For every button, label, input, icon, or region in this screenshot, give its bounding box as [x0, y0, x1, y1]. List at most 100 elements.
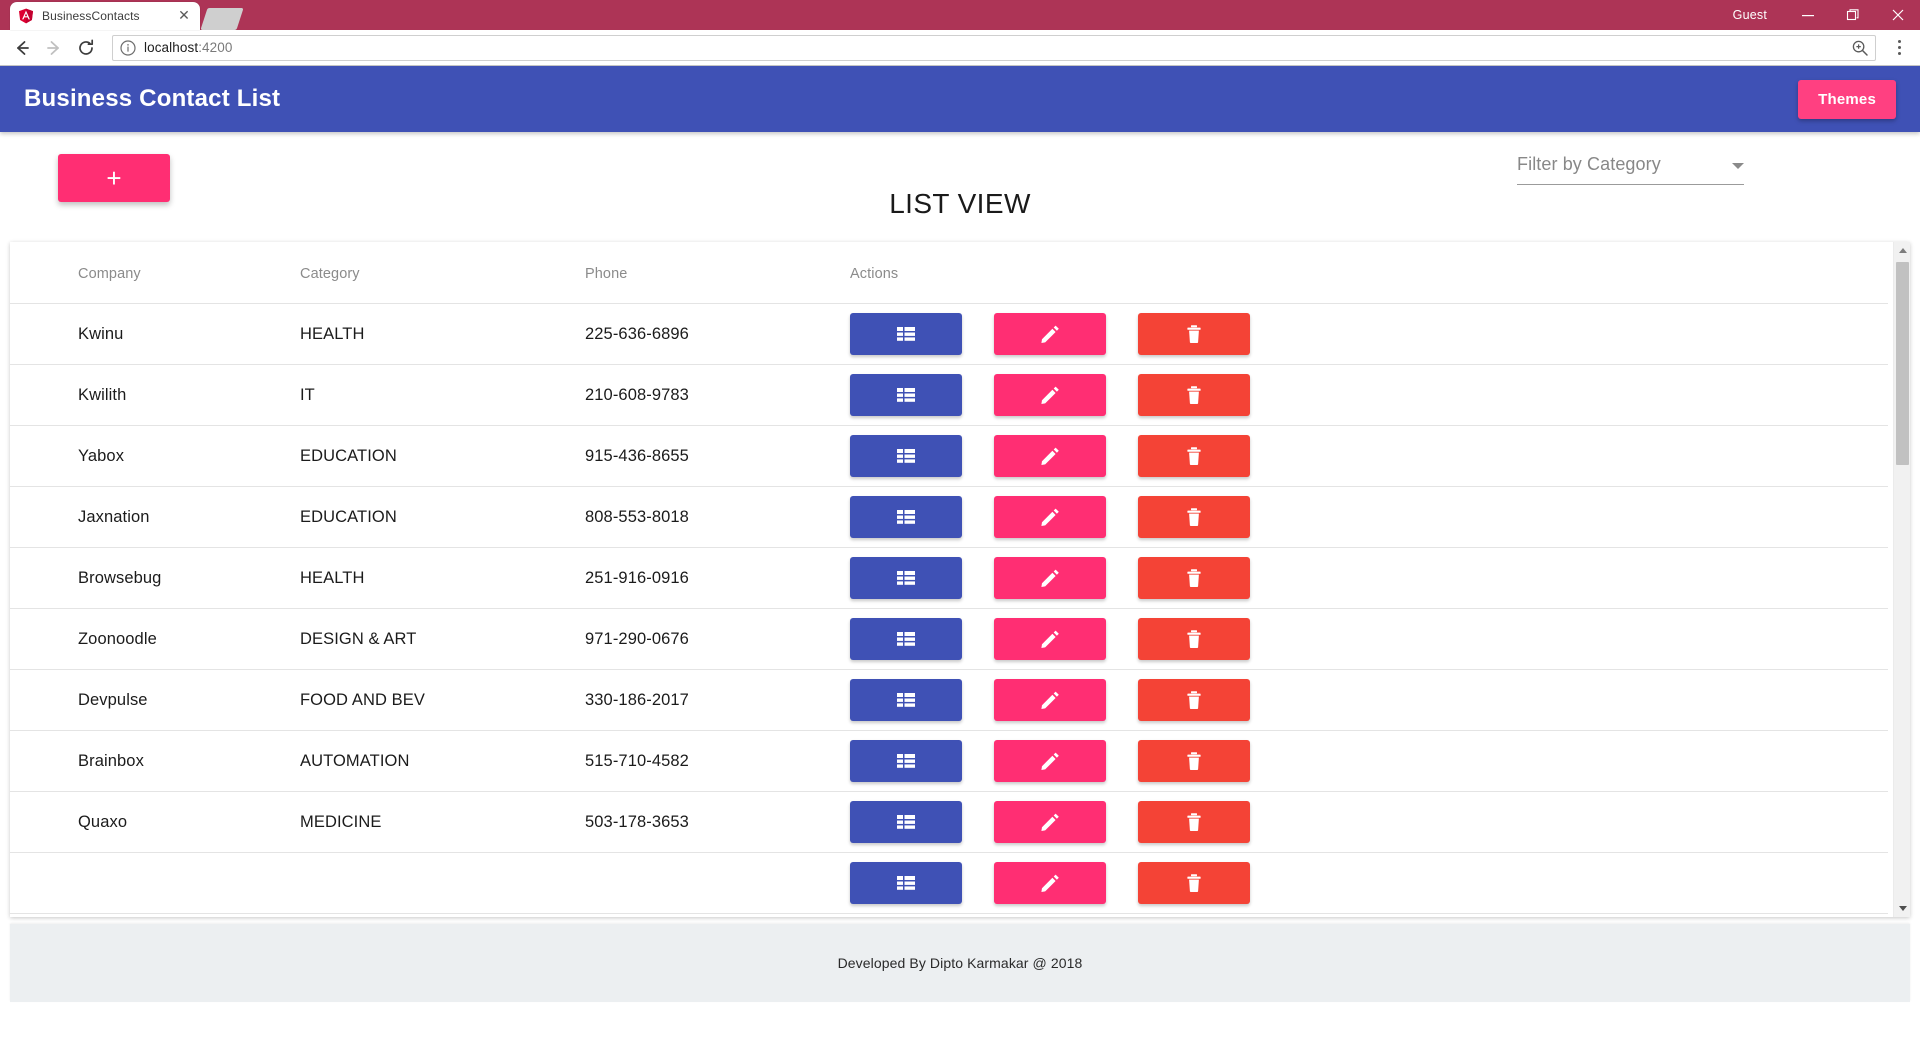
pencil-edit-icon [1039, 567, 1061, 589]
column-header-phone: Phone [585, 242, 850, 304]
zoom-in-icon[interactable] [1851, 39, 1869, 57]
table-row[interactable]: Kwilith IT 210-608-9783 [10, 364, 1888, 426]
edit-contact-button[interactable] [994, 557, 1106, 599]
delete-contact-button[interactable] [1138, 435, 1250, 477]
view-contact-button[interactable] [850, 496, 962, 538]
edit-contact-button[interactable] [994, 313, 1106, 355]
filter-placeholder: Filter by Category [1517, 154, 1661, 174]
cell-company: Yabox [10, 425, 300, 487]
contacts-table-scroll-area[interactable]: Company Category Phone Actions Kwinu HEAL… [10, 242, 1910, 917]
pencil-edit-icon [1039, 750, 1061, 772]
delete-contact-button[interactable] [1138, 496, 1250, 538]
table-row[interactable]: Kwinu HEALTH 225-636-6896 [10, 303, 1888, 365]
reload-icon[interactable] [72, 34, 100, 62]
address-bar-url: localhost:4200 [144, 40, 232, 55]
cell-phone: 330-186-2017 [585, 669, 850, 731]
view-contact-button[interactable] [850, 801, 962, 843]
cell-category: IT [300, 364, 585, 426]
cell-category: HEALTH [300, 547, 585, 609]
scrollbar-thumb[interactable] [1896, 262, 1909, 465]
edit-contact-button[interactable] [994, 496, 1106, 538]
cell-company: Brainbox [10, 730, 300, 792]
delete-contact-button[interactable] [1138, 740, 1250, 782]
address-bar[interactable]: localhost:4200 [112, 34, 1876, 61]
app-header: Business Contact List Themes [0, 66, 1920, 132]
close-icon[interactable]: ✕ [176, 8, 192, 24]
list-table-icon [895, 689, 917, 711]
close-icon[interactable] [1875, 0, 1920, 30]
delete-contact-button[interactable] [1138, 801, 1250, 843]
table-scrollbar[interactable] [1893, 242, 1910, 917]
edit-contact-button[interactable] [994, 862, 1106, 904]
profile-label[interactable]: Guest [1733, 8, 1767, 22]
delete-contact-button[interactable] [1138, 618, 1250, 660]
list-table-icon [895, 384, 917, 406]
browser-tab[interactable]: BusinessContacts ✕ [10, 2, 200, 30]
view-contact-button[interactable] [850, 862, 962, 904]
info-circle-icon[interactable] [119, 39, 137, 57]
view-contact-button[interactable] [850, 740, 962, 782]
pencil-edit-icon [1039, 506, 1061, 528]
cell-category: AUTOMATION [300, 730, 585, 792]
edit-contact-button[interactable] [994, 618, 1106, 660]
maximize-icon[interactable] [1830, 0, 1875, 30]
pencil-edit-icon [1039, 384, 1061, 406]
edit-contact-button[interactable] [994, 801, 1106, 843]
cell-actions [850, 547, 1888, 609]
back-arrow-icon[interactable] [8, 34, 36, 62]
edit-contact-button[interactable] [994, 435, 1106, 477]
delete-contact-button[interactable] [1138, 679, 1250, 721]
view-contact-button[interactable] [850, 435, 962, 477]
browser-window: BusinessContacts ✕ Guest localhost:4200 … [0, 0, 1920, 1040]
cell-actions [850, 852, 1888, 914]
table-row[interactable]: Devpulse FOOD AND BEV 330-186-2017 [10, 669, 1888, 731]
view-contact-button[interactable] [850, 557, 962, 599]
pencil-edit-icon [1039, 872, 1061, 894]
column-header-company: Company [10, 242, 300, 304]
delete-contact-button[interactable] [1138, 313, 1250, 355]
column-header-category: Category [300, 242, 585, 304]
scroll-up-arrow-icon[interactable] [1894, 242, 1910, 259]
chevron-down-icon [1732, 163, 1744, 169]
page-title: Business Contact List [24, 85, 281, 112]
view-contact-button[interactable] [850, 618, 962, 660]
cell-actions [850, 791, 1888, 853]
trash-delete-icon [1183, 384, 1205, 406]
list-table-icon [895, 628, 917, 650]
edit-contact-button[interactable] [994, 374, 1106, 416]
page-footer: Developed By Dipto Karmakar @ 2018 [10, 924, 1910, 1002]
minimize-icon[interactable] [1785, 0, 1830, 30]
trash-delete-icon [1183, 689, 1205, 711]
delete-contact-button[interactable] [1138, 557, 1250, 599]
column-header-actions: Actions [850, 242, 1888, 304]
three-dots-menu-icon[interactable] [1886, 34, 1912, 62]
delete-contact-button[interactable] [1138, 374, 1250, 416]
cell-phone: 971-290-0676 [585, 608, 850, 670]
themes-button[interactable]: Themes [1798, 79, 1896, 119]
table-row[interactable]: Yabox EDUCATION 915-436-8655 [10, 425, 1888, 487]
contacts-table-body: Kwinu HEALTH 225-636-6896 Kwilith IT 210-608-… [10, 303, 1888, 914]
table-row[interactable]: Zoonoodle DESIGN & ART 971-290-0676 [10, 608, 1888, 670]
cell-company: Jaxnation [10, 486, 300, 548]
trash-delete-icon [1183, 628, 1205, 650]
view-contact-button[interactable] [850, 679, 962, 721]
table-row[interactable]: Jaxnation EDUCATION 808-553-8018 [10, 486, 1888, 548]
cell-company: Quaxo [10, 791, 300, 853]
browser-tab-strip: BusinessContacts ✕ Guest [0, 0, 1920, 30]
pencil-edit-icon [1039, 323, 1061, 345]
delete-contact-button[interactable] [1138, 862, 1250, 904]
table-row[interactable]: Brainbox AUTOMATION 515-710-4582 [10, 730, 1888, 792]
angular-logo-icon [18, 8, 34, 24]
scroll-down-arrow-icon[interactable] [1894, 900, 1910, 917]
edit-contact-button[interactable] [994, 740, 1106, 782]
edit-contact-button[interactable] [994, 679, 1106, 721]
table-row[interactable]: Quaxo MEDICINE 503-178-3653 [10, 791, 1888, 853]
new-tab-icon[interactable] [200, 8, 244, 30]
view-contact-button[interactable] [850, 313, 962, 355]
table-row[interactable]: Browsebug HEALTH 251-916-0916 [10, 547, 1888, 609]
cell-phone: 503-178-3653 [585, 791, 850, 853]
table-row[interactable] [10, 852, 1888, 914]
filter-by-category-select[interactable]: Filter by Category [1517, 154, 1744, 185]
list-table-icon [895, 567, 917, 589]
view-contact-button[interactable] [850, 374, 962, 416]
